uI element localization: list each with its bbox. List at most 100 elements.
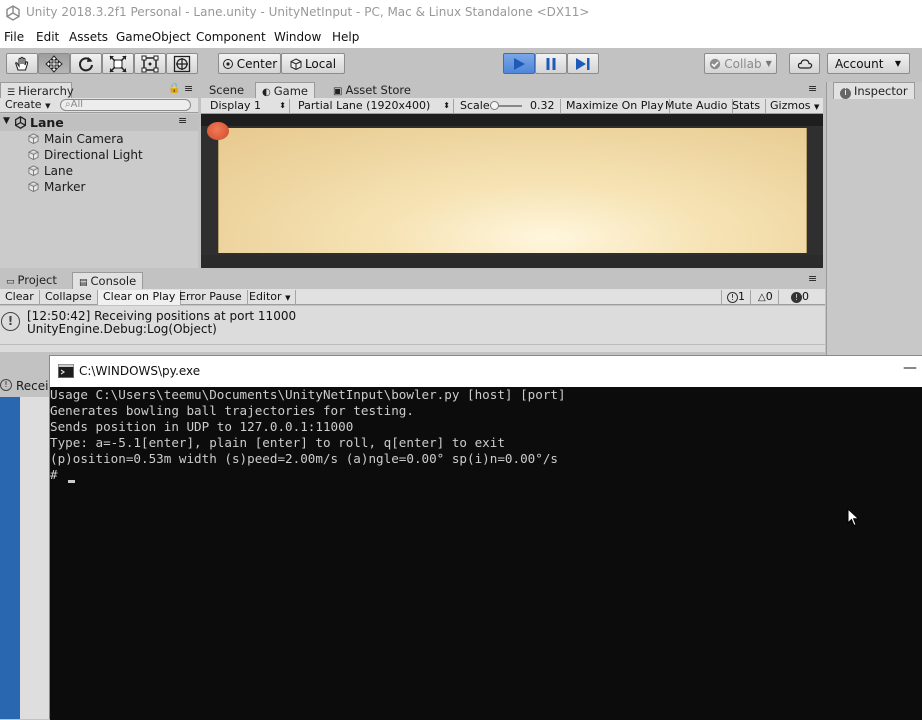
check-circle-icon <box>710 58 721 69</box>
resolution-dropdown[interactable]: Partial Lane (1920x400) ⬍ <box>293 99 454 114</box>
main-toolbar: Center Local Collab ▼ Account ▼ <box>0 48 922 82</box>
panel-menu-icon[interactable]: ≡ <box>808 272 817 285</box>
tab-scene[interactable]: Scene <box>203 82 250 99</box>
rotate-tool-button[interactable] <box>70 53 102 74</box>
collapse-toggle[interactable]: Collapse <box>40 290 98 305</box>
log-message: [12:50:42] Receiving positions at port 1… <box>27 309 297 323</box>
collab-dropdown[interactable]: Collab ▼ <box>704 53 777 74</box>
console-log-row[interactable]: ! [12:50:42] Receiving positions at port… <box>0 306 825 344</box>
rect-tool-button[interactable] <box>134 53 166 74</box>
terminal-line: Sends position in UDP to 127.0.0.1:11000 <box>50 419 354 434</box>
py-window-titlebar[interactable]: C:\WINDOWS\py.exe — <box>50 356 922 387</box>
scale-tool-button[interactable] <box>102 53 134 74</box>
warning-icon: △ <box>758 292 766 303</box>
unity-logo-icon <box>6 5 20 21</box>
tab-inspector[interactable]: i Inspector <box>833 82 915 99</box>
mouse-cursor-icon <box>847 508 860 527</box>
game-letterbox-top <box>201 114 823 126</box>
move-tool-button[interactable] <box>38 53 70 74</box>
scale-slider[interactable]: Scale 0.32 <box>455 99 561 114</box>
pivot-center-button[interactable]: Center <box>218 53 281 74</box>
scene-row[interactable]: ▼ Lane ≡ <box>0 114 198 131</box>
hierarchy-search-input[interactable]: ⌕All <box>60 99 191 111</box>
mute-audio-toggle[interactable]: Mute Audio <box>660 99 734 114</box>
scale-icon <box>109 54 127 73</box>
info-icon: ! <box>1 312 20 331</box>
list-item[interactable]: Directional Light <box>28 148 143 164</box>
info-icon: i <box>840 88 851 99</box>
tab-console[interactable]: ▤ Console <box>72 272 144 289</box>
gameobject-icon <box>28 133 39 144</box>
tab-hierarchy[interactable]: ☰ Hierarchy <box>0 82 74 99</box>
panel-menu-icon[interactable]: ≡ <box>808 82 817 95</box>
menu-edit[interactable]: Edit <box>36 30 59 44</box>
transform-tool-button[interactable] <box>166 53 198 74</box>
error-pause-toggle[interactable]: Error Pause <box>174 290 248 305</box>
py-console-window: C:\WINDOWS\py.exe — Usage C:\Users\teemu… <box>49 355 922 720</box>
step-button[interactable] <box>567 53 599 74</box>
terminal-line: Type: a=-5.1[enter], plain [enter] to ro… <box>50 435 505 450</box>
status-text: Recei <box>16 379 49 393</box>
pause-button[interactable] <box>535 53 567 74</box>
create-dropdown[interactable]: Create ▼ <box>5 98 50 113</box>
list-item[interactable]: Main Camera <box>28 132 124 148</box>
unity-scene-icon <box>14 116 27 129</box>
menu-window[interactable]: Window <box>274 30 321 44</box>
pause-icon <box>546 57 556 70</box>
tab-game[interactable]: ◐ Game <box>255 82 315 99</box>
info-count-toggle[interactable]: ! 1 <box>721 290 751 305</box>
store-icon: ▣ <box>333 86 343 97</box>
maximize-on-play-toggle[interactable]: Maximize On Play <box>561 99 670 114</box>
pacman-icon: ◐ <box>262 87 271 98</box>
gizmos-dropdown[interactable]: Gizmos ▼ <box>765 99 824 114</box>
editor-dropdown[interactable]: Editor ▼ <box>244 290 297 305</box>
chevron-down-icon: ▼ <box>765 59 772 68</box>
menu-component[interactable]: Component <box>196 30 266 44</box>
tab-asset-store[interactable]: ▣ Asset Store <box>327 82 417 99</box>
terminal-output[interactable]: Usage C:\Users\teemu\Documents\UnityNetI… <box>50 387 922 720</box>
clear-button[interactable]: Clear <box>0 290 40 305</box>
account-label: Account <box>835 56 884 71</box>
tab-project[interactable]: ▭ Project <box>0 272 63 289</box>
panel-menu-icon[interactable]: ≡ <box>184 82 193 95</box>
menu-file[interactable]: File <box>4 30 24 44</box>
account-dropdown[interactable]: Account ▼ <box>827 53 910 74</box>
window-title: Unity 2018.3.2f1 Personal - Lane.unity -… <box>26 5 590 19</box>
transform-icon <box>173 55 191 72</box>
error-count-toggle[interactable]: ! 0 <box>786 290 814 305</box>
lock-icon[interactable]: 🔒 <box>168 83 180 94</box>
game-tabstrip: Scene ◐ Game ▣ Asset Store ≡ <box>201 82 823 99</box>
pivot-local-button[interactable]: Local <box>281 53 345 74</box>
clear-on-play-toggle[interactable]: Clear on Play <box>98 290 182 305</box>
warning-count-toggle[interactable]: △0 <box>753 290 779 305</box>
menu-help[interactable]: Help <box>332 30 359 44</box>
scale-slider-thumb[interactable] <box>490 101 499 110</box>
terminal-line: Generates bowling ball trajectories for … <box>50 403 414 418</box>
cloud-button[interactable] <box>789 53 820 74</box>
step-icon <box>576 57 590 70</box>
info-icon: ! <box>0 379 12 391</box>
menu-gameobject[interactable]: GameObject <box>116 30 191 44</box>
hand-tool-button[interactable] <box>6 53 38 74</box>
play-icon <box>514 57 525 70</box>
panel-menu-icon[interactable]: ≡ <box>178 114 187 127</box>
gameobject-icon <box>28 181 39 192</box>
terminal-icon <box>58 364 74 378</box>
rotate-icon <box>79 56 93 71</box>
console-tabstrip: ▭ Project ▤ Console ≡ <box>0 272 825 289</box>
list-item[interactable]: Marker <box>28 180 85 196</box>
play-button[interactable] <box>503 53 535 74</box>
console-detail-area <box>0 344 825 352</box>
stats-toggle[interactable]: Stats <box>727 99 767 114</box>
bowling-ball <box>207 122 229 140</box>
menu-assets[interactable]: Assets <box>69 30 108 44</box>
console-icon: ▤ <box>79 278 88 288</box>
triangle-down-icon[interactable]: ▼ <box>3 116 10 126</box>
status-bar: ! Recei <box>0 376 50 397</box>
minimize-icon[interactable]: — <box>903 360 917 376</box>
display-dropdown[interactable]: Display 1 ⬍ <box>205 99 290 114</box>
log-stacktrace: UnityEngine.Debug:Log(Object) <box>27 322 217 336</box>
pivot-icon <box>222 58 233 69</box>
info-icon: ! <box>727 292 738 303</box>
list-item[interactable]: Lane <box>28 164 73 180</box>
